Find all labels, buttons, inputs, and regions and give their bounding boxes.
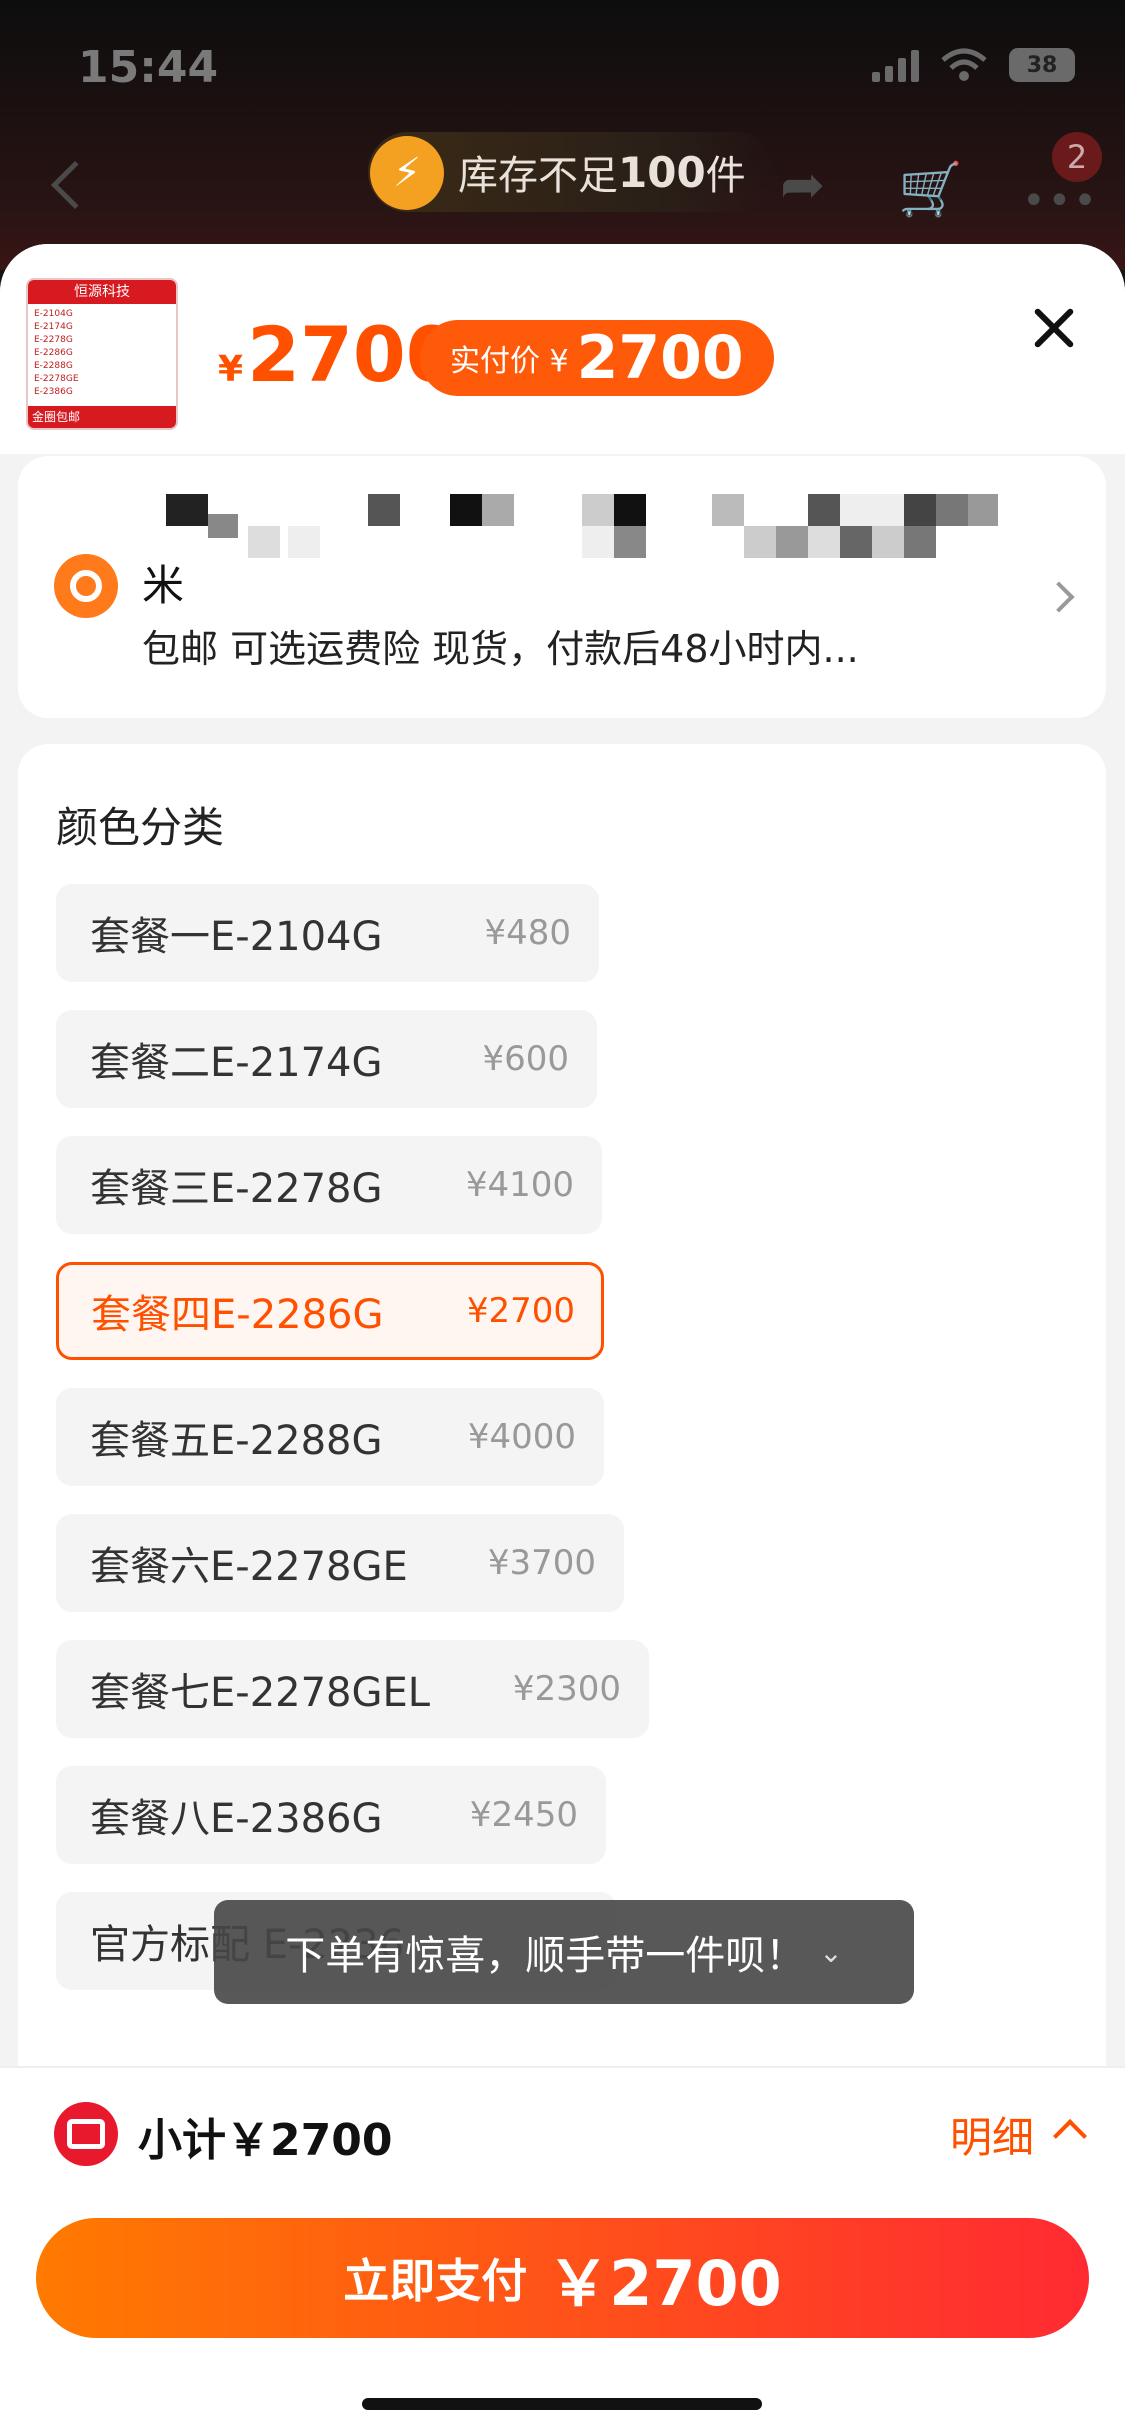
stock-count: 100 xyxy=(618,147,706,197)
home-indicator[interactable] xyxy=(362,2398,762,2410)
cart-icon[interactable]: 🛒 xyxy=(898,160,963,220)
chevron-right-icon xyxy=(1043,581,1075,613)
sku-option-name: 套餐四E-2286G xyxy=(91,1292,384,1338)
alarm-bell-icon: ⚡ xyxy=(370,136,444,210)
sku-option[interactable]: 套餐一E-2104G ¥480 xyxy=(56,884,599,982)
address-card[interactable]: 米 包邮 可选运费险 现货，付款后48小时内... xyxy=(18,456,1106,718)
sku-option-price: ¥480 xyxy=(484,913,571,953)
sku-option-price: ¥4000 xyxy=(467,1417,576,1457)
chevron-up-icon[interactable] xyxy=(1053,2119,1087,2153)
sku-option-price: ¥3700 xyxy=(487,1543,596,1583)
sku-option-name: 套餐一E-2104G xyxy=(90,914,383,960)
more-icon[interactable]: ••• xyxy=(1022,178,1099,224)
actual-price-pill: 实付价 ¥ 2700 xyxy=(420,320,774,396)
double-chevron-down-icon: ⌄ xyxy=(819,1935,843,1969)
sku-option-selected[interactable]: 套餐四E-2286G ¥2700 xyxy=(56,1262,604,1360)
status-icons: 38 xyxy=(872,48,1075,82)
address-line: 米 xyxy=(142,561,185,610)
price-symbol: ¥ xyxy=(218,349,244,390)
sku-option-price: ¥4100 xyxy=(465,1165,574,1205)
close-icon[interactable] xyxy=(1028,302,1080,354)
checkout-bar: 小计￥2700 明细 立即支付 ￥2700 xyxy=(0,2066,1125,2436)
stock-unit: 件 xyxy=(705,153,746,199)
status-time: 15:44 xyxy=(78,42,219,93)
pay-now-button[interactable]: 立即支付 ￥2700 xyxy=(36,2218,1089,2338)
sku-title: 颜色分类 xyxy=(56,803,225,852)
shipping-info: 包邮 可选运费险 现货，付款后48小时内... xyxy=(142,627,859,671)
thumb-header: 恒源科技 xyxy=(28,280,176,304)
detail-link[interactable]: 明细 xyxy=(950,2104,1034,2165)
location-pin-icon xyxy=(54,554,118,618)
sku-option[interactable]: 套餐六E-2278GE ¥3700 xyxy=(56,1514,624,1612)
pay-label: 立即支付 xyxy=(343,2254,528,2308)
actual-price-label: 实付价 ¥ xyxy=(450,344,569,379)
toast-text: 下单有惊喜，顺手带一件呗！ xyxy=(285,1933,806,1979)
promo-toast[interactable]: 下单有惊喜，顺手带一件呗！ ⌄ xyxy=(214,1900,914,2004)
pay-amount: ￥2700 xyxy=(547,2247,782,2320)
sku-option[interactable]: 套餐三E-2278G ¥4100 xyxy=(56,1136,602,1234)
sku-option[interactable]: 套餐八E-2386G ¥2450 xyxy=(56,1766,606,1864)
sku-option-price: ¥2450 xyxy=(469,1795,578,1835)
sku-option-name: 套餐七E-2278GEL xyxy=(90,1670,431,1716)
product-thumbnail[interactable]: 恒源科技 E-2104G E-2174G E-2278G E-2286G E-2288G… xyxy=(26,278,178,430)
sku-option[interactable]: 套餐二E-2174G ¥600 xyxy=(56,1010,597,1108)
cart-badge: 2 xyxy=(1052,132,1102,182)
sku-option-name: 套餐五E-2288G xyxy=(90,1418,383,1464)
redacted-address-mosaic xyxy=(148,494,1008,558)
ticket-icon xyxy=(54,2102,118,2166)
sheet-header: 恒源科技 E-2104G E-2174G E-2278G E-2286G E-2288G… xyxy=(0,244,1125,454)
sku-option-name: 套餐二E-2174G xyxy=(90,1040,383,1086)
sku-option[interactable]: 套餐七E-2278GEL ¥2300 xyxy=(56,1640,649,1738)
sku-option[interactable]: 套餐五E-2288G ¥4000 xyxy=(56,1388,604,1486)
wifi-icon xyxy=(941,48,987,81)
sku-option-name: 套餐三E-2278G xyxy=(90,1166,383,1212)
share-icon[interactable]: ➦ xyxy=(780,158,840,212)
sku-option-price: ¥2700 xyxy=(466,1291,575,1331)
sku-option-name: 套餐八E-2386G xyxy=(90,1796,383,1842)
sku-option-price: ¥2300 xyxy=(512,1669,621,1709)
thumb-footer: 金圈包邮 xyxy=(28,406,176,428)
sku-option-name: 套餐六E-2278GE xyxy=(90,1544,408,1590)
thumb-rows: E-2104G E-2174G E-2278G E-2286G E-2288G E-227… xyxy=(34,309,79,397)
stock-text: 库存不足 xyxy=(458,153,618,199)
battery-icon: 38 xyxy=(1009,48,1075,82)
actual-price-value: 2700 xyxy=(576,323,744,393)
signal-icon xyxy=(872,48,919,82)
sku-option-price: ¥600 xyxy=(482,1039,569,1079)
subtotal: 小计￥2700 xyxy=(138,2115,393,2166)
